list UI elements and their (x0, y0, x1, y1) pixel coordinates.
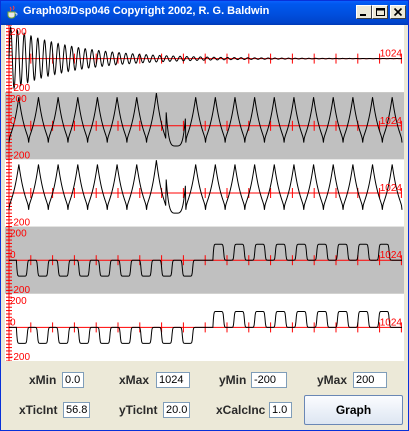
minimize-icon (360, 14, 366, 16)
xticint-input[interactable] (63, 402, 90, 418)
ymin-input[interactable] (251, 372, 287, 388)
close-icon (393, 7, 403, 17)
ymin-label: yMin (219, 373, 247, 387)
window-title: Graph03/Dsp046 Copyright 2002, R. G. Bal… (23, 5, 270, 17)
xticint-label: xTicInt (19, 403, 58, 417)
yticint-input[interactable] (163, 402, 190, 418)
yticint-label: yTicInt (119, 403, 158, 417)
origin-label-3: 0 (10, 250, 16, 261)
plot-area: 200 -200 1024 200 -200 1024 0 -200 1024 200 -200 10… (5, 24, 404, 363)
xmin-label: xMin (29, 373, 57, 387)
xmax-input[interactable] (156, 372, 190, 388)
origin-label-1: 0 (10, 116, 16, 127)
xcalcinc-label: xCalcInc (216, 403, 266, 417)
xmin-input[interactable] (62, 372, 84, 388)
maximize-icon (376, 8, 385, 16)
y-max-label-4: 200 (10, 296, 27, 307)
x-max-label-1: 1024 (380, 116, 403, 127)
xcalcinc-input[interactable] (269, 402, 292, 418)
app-window: Graph03/Dsp046 Copyright 2002, R. G. Bal… (0, 0, 409, 431)
title-bar[interactable]: Graph03/Dsp046 Copyright 2002, R. G. Bal… (1, 1, 408, 25)
x-max-label-0: 1024 (380, 49, 403, 60)
maximize-button[interactable] (372, 5, 388, 19)
java-cup-icon (5, 5, 19, 19)
y-max-label-1: 200 (10, 94, 27, 105)
ymax-input[interactable] (353, 372, 387, 388)
minimize-button[interactable] (356, 5, 372, 19)
x-max-label-4: 1024 (380, 317, 403, 328)
origin-label-4: 0 (10, 317, 16, 328)
control-panel: xMin xMax yMin yMax xTicInt yTicInt xCal… (5, 363, 404, 427)
plot-canvas: 200-2001024200-20010240-2001024200-20010… (5, 24, 404, 363)
ymax-label: yMax (317, 373, 348, 387)
close-button[interactable] (390, 5, 406, 19)
y-min-label-4: -200 (10, 352, 30, 361)
xmax-label: xMax (119, 373, 150, 387)
y-max-label-0: 200 (10, 27, 27, 38)
graph-button[interactable]: Graph (304, 395, 403, 425)
y-max-label-3: 200 (10, 229, 27, 240)
x-max-label-3: 1024 (380, 250, 403, 261)
x-max-label-2: 1024 (380, 183, 403, 194)
